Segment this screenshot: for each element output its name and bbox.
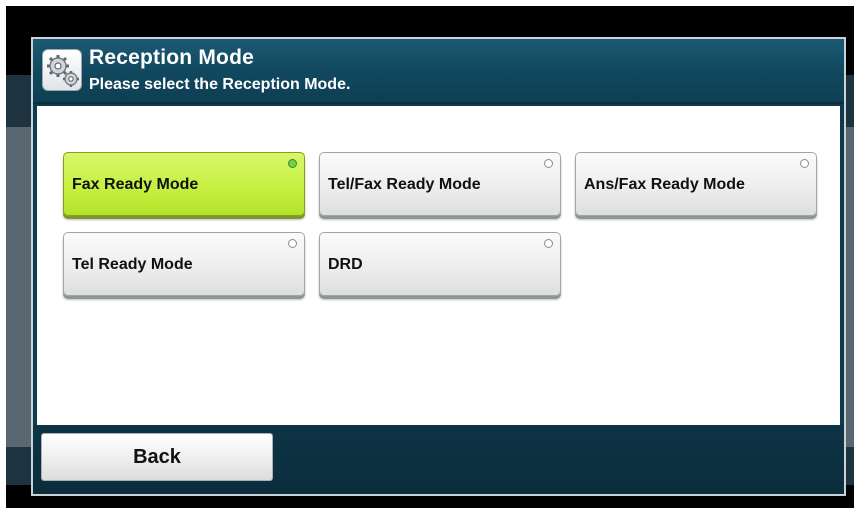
selection-indicator-icon — [800, 159, 809, 168]
selection-indicator-icon — [544, 239, 553, 248]
back-button-label: Back — [133, 446, 181, 468]
option-fax-ready-mode[interactable]: Fax Ready Mode — [63, 152, 305, 216]
dialog-subtitle: Please select the Reception Mode. — [89, 76, 351, 93]
selection-indicator-icon — [544, 159, 553, 168]
dialog-footer: Back — [33, 425, 844, 494]
selection-indicator-icon — [288, 159, 297, 168]
background-strip — [6, 75, 34, 127]
selection-indicator-icon — [288, 239, 297, 248]
option-tel-fax-ready-mode[interactable]: Tel/Fax Ready Mode — [319, 152, 561, 216]
reception-mode-dialog: Reception Mode Please select the Recepti… — [31, 37, 846, 496]
option-drd[interactable]: DRD — [319, 232, 561, 296]
dialog-title: Reception Mode — [89, 46, 254, 69]
option-label: Ans/Fax Ready Mode — [584, 176, 745, 193]
option-ans-fax-ready-mode[interactable]: Ans/Fax Ready Mode — [575, 152, 817, 216]
background-strip — [6, 127, 34, 447]
option-label: Tel/Fax Ready Mode — [328, 176, 481, 193]
back-button[interactable]: Back — [41, 433, 273, 481]
option-label: Tel Ready Mode — [72, 256, 193, 273]
option-label: DRD — [328, 256, 363, 273]
gears-icon — [42, 49, 82, 91]
options-panel: Fax Ready Mode Tel/Fax Ready Mode Ans/Fa… — [37, 106, 840, 425]
background-strip — [6, 447, 34, 485]
option-tel-ready-mode[interactable]: Tel Ready Mode — [63, 232, 305, 296]
option-label: Fax Ready Mode — [72, 176, 199, 193]
dialog-header: Reception Mode Please select the Recepti… — [33, 39, 844, 104]
